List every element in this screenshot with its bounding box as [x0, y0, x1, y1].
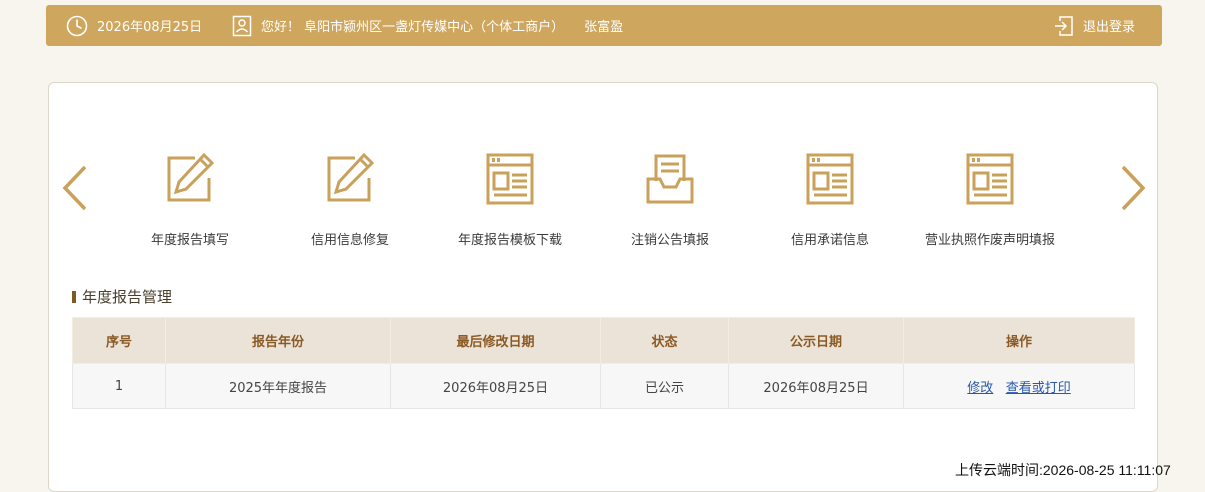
main-card: 年度报告填写 信用信息修复 年度报告模板下载 注销公告填报 信用承诺信息 营业执… [48, 82, 1158, 492]
top-bar: 2026年08月25日 您好！ 阜阳市颍州区一盏灯传媒中心（个体工商户） 张富盈… [46, 5, 1162, 46]
menu-item-license-void[interactable]: 营业执照作废声明填报 [910, 153, 1070, 248]
edit-icon [110, 153, 270, 211]
menu-item-label: 营业执照作废声明填报 [924, 233, 1055, 248]
menu-item-template-download[interactable]: 年度报告模板下载 [430, 153, 590, 248]
section-title-text: 年度报告管理 [82, 288, 173, 306]
section-title: 年度报告管理 [72, 286, 172, 307]
menu-item-label: 年度报告模板下载 [457, 233, 562, 248]
greeting-text: 您好！ 阜阳市颍州区一盏灯传媒中心（个体工商户） [261, 20, 565, 35]
menu-item-label: 信用信息修复 [310, 233, 389, 248]
column-header: 序号 [72, 317, 166, 364]
menu-item-label: 年度报告填写 [150, 233, 229, 248]
clock-icon [66, 15, 88, 37]
menu-item-credit-repair[interactable]: 信用信息修复 [270, 153, 430, 248]
column-header: 操作 [903, 317, 1135, 364]
user-card-icon [232, 15, 252, 37]
date-text: 2026年08月25日 [97, 20, 203, 35]
logout-icon [1054, 15, 1074, 37]
column-header: 最后修改日期 [390, 317, 601, 364]
carousel-next-button[interactable] [1117, 163, 1151, 213]
carousel-prev-button[interactable] [57, 163, 91, 213]
annual-report-table: 序号 报告年份 最后修改日期 状态 公示日期 操作 1 2025年年度报告 20… [72, 317, 1135, 409]
column-header: 公示日期 [728, 317, 904, 364]
table-header-row: 序号 报告年份 最后修改日期 状态 公示日期 操作 [72, 317, 1135, 364]
column-header: 报告年份 [165, 317, 391, 364]
chevron-left-icon [62, 165, 87, 211]
menu-item-annual-report[interactable]: 年度报告填写 [110, 153, 270, 248]
row-index: 1 [72, 363, 166, 409]
menu-item-label: 注销公告填报 [630, 233, 709, 248]
menu-item-cancellation-notice[interactable]: 注销公告填报 [590, 153, 750, 248]
logout-button[interactable]: 退出登录 [1054, 5, 1135, 46]
chevron-right-icon [1121, 165, 1146, 211]
row-actions: 修改 查看或打印 [903, 363, 1135, 409]
logout-label: 退出登录 [1083, 20, 1136, 35]
view-print-link[interactable]: 查看或打印 [1006, 381, 1071, 396]
template-icon [910, 153, 1070, 211]
edit-icon [270, 153, 430, 211]
status-text: 已公示 [600, 363, 729, 409]
upload-time-stamp: 上传云端时间:2026-08-25 11:11:07 [955, 462, 1171, 478]
edit-link[interactable]: 修改 [967, 381, 993, 396]
menu-item-credit-commitment[interactable]: 信用承诺信息 [750, 153, 910, 248]
last-modified-date: 2026年08月25日 [390, 363, 601, 409]
user-name: 张富盈 [584, 20, 624, 35]
section-marker [72, 290, 76, 303]
table-row: 1 2025年年度报告 2026年08月25日 已公示 2026年08月25日 … [72, 363, 1135, 409]
greeting-area: 您好！ 阜阳市颍州区一盏灯传媒中心（个体工商户） 张富盈 [232, 5, 623, 46]
template-icon [430, 153, 590, 211]
inbox-tray-icon [590, 153, 750, 211]
publish-date: 2026年08月25日 [728, 363, 904, 409]
page: { "header": { "date": "2026年08月25日", "gr… [0, 0, 1205, 492]
menu-item-label: 信用承诺信息 [790, 233, 869, 248]
report-year: 2025年年度报告 [165, 363, 391, 409]
template-icon [750, 153, 910, 211]
column-header: 状态 [600, 317, 729, 364]
date-display: 2026年08月25日 [66, 5, 202, 46]
